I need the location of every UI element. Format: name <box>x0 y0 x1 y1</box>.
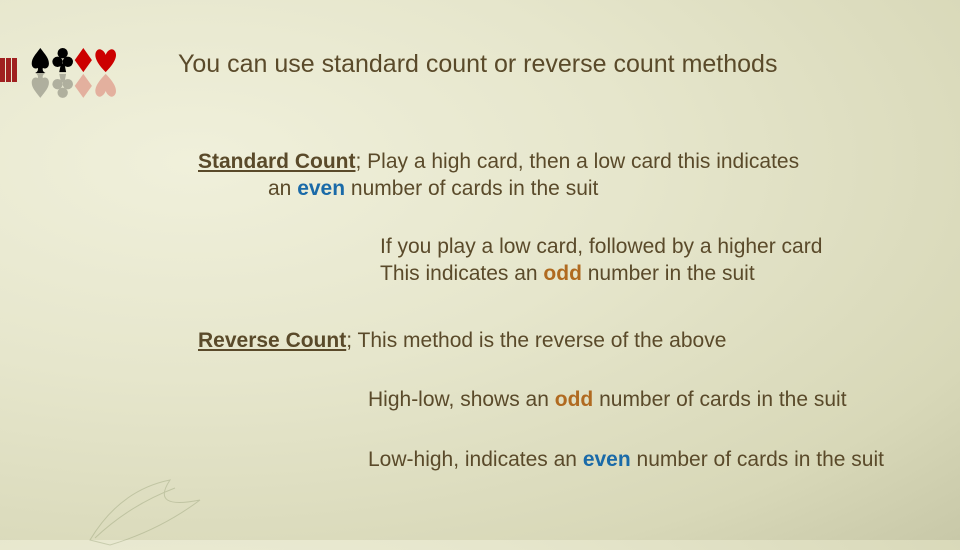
slide-body: Standard Count; Play a high card, then a… <box>198 148 918 473</box>
reverse2-pre: High-low, shows an <box>368 388 555 411</box>
reverse3-post: number of cards in the suit <box>631 448 884 471</box>
reverse-line1: This method is the reverse of the above <box>352 329 726 352</box>
reverse-count-block: Reverse Count; This method is the revers… <box>198 327 918 354</box>
even-keyword: even <box>583 448 631 471</box>
slide-title: You can use standard count or reverse co… <box>178 50 777 79</box>
standard-line1: Play a high card, then a low card this i… <box>361 150 799 173</box>
standard-count-block: Standard Count; Play a high card, then a… <box>198 148 918 203</box>
standard-count-label: Standard Count <box>198 150 356 173</box>
accent-bars <box>0 58 18 82</box>
even-keyword: even <box>297 177 345 200</box>
reverse2-post: number of cards in the suit <box>593 388 846 411</box>
standard-line2b: number of cards in the suit <box>345 177 598 200</box>
standard-count-detail: If you play a low card, followed by a hi… <box>198 233 918 288</box>
standard2-line2a: This indicates an <box>380 262 543 285</box>
standard-line2a: an <box>268 177 297 200</box>
reverse-lowhigh: Low-high, indicates an even number of ca… <box>198 446 918 473</box>
odd-keyword: odd <box>543 262 581 285</box>
reverse-count-label: Reverse Count <box>198 329 346 352</box>
standard2-line1: If you play a low card, followed by a hi… <box>380 235 822 258</box>
leaf-watermark <box>80 470 220 550</box>
reverse3-pre: Low-high, indicates an <box>368 448 583 471</box>
standard2-line2b: number in the suit <box>582 262 755 285</box>
card-suits-logo <box>30 44 116 114</box>
reverse-highlow: High-low, shows an odd number of cards i… <box>198 386 918 413</box>
odd-keyword: odd <box>555 388 593 411</box>
